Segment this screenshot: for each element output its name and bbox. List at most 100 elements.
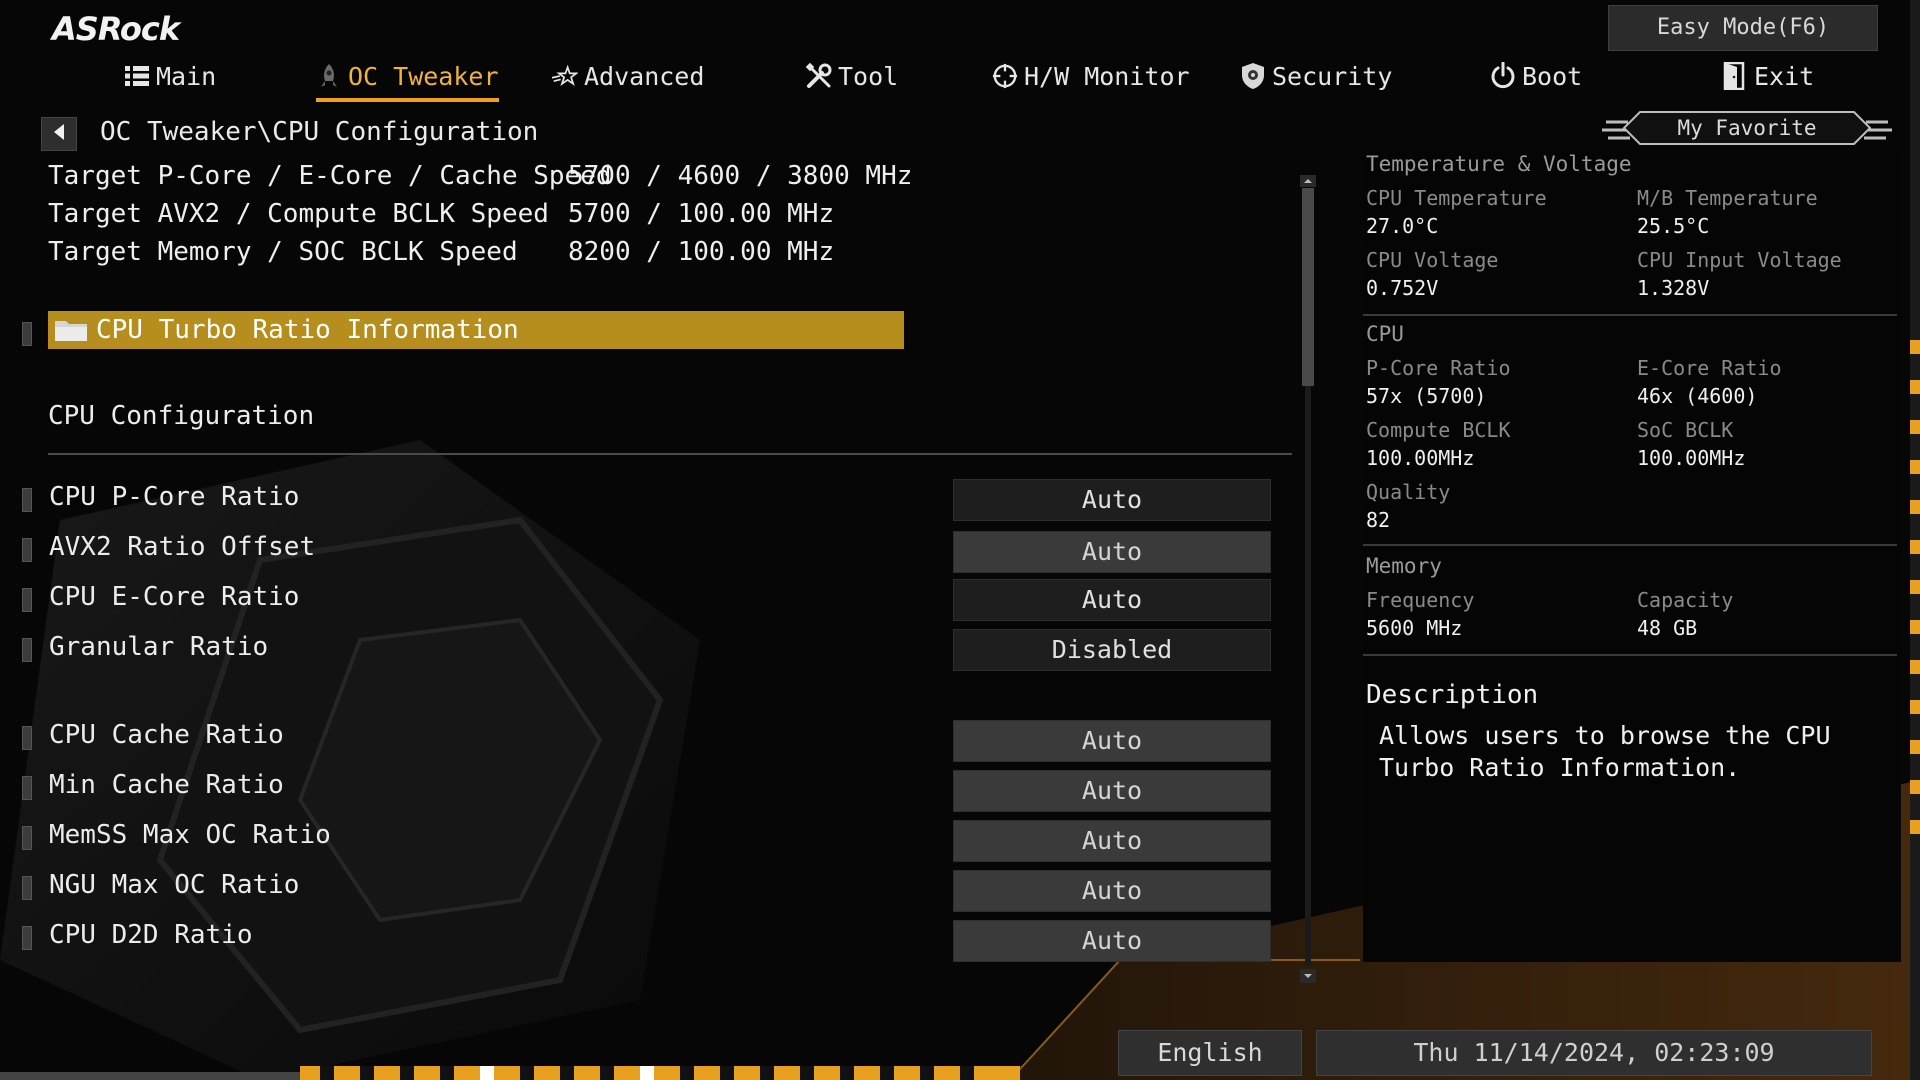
row-marker (22, 926, 32, 950)
list-icon (124, 63, 150, 89)
target-row: Target AVX2 / Compute BCLK Speed 5700 / … (48, 199, 948, 235)
compute-bclk-value: 100.00MHz (1366, 446, 1475, 470)
target-label: Target Memory / SOC BCLK Speed (48, 237, 518, 267)
panel-divider (1363, 314, 1897, 316)
target-value: 5700 / 100.00 MHz (568, 199, 835, 229)
scrollbar[interactable] (1298, 172, 1318, 984)
cpu-voltage-label: CPU Voltage (1366, 248, 1499, 272)
cpu-p-core-ratio-value[interactable]: Auto (953, 479, 1271, 521)
asrock-logo: ASRock (52, 10, 180, 48)
target-row: Target Memory / SOC BCLK Speed 8200 / 10… (48, 237, 948, 273)
granular-ratio-value[interactable]: Disabled (953, 629, 1271, 671)
soc-bclk-label: SoC BCLK (1637, 418, 1734, 442)
frequency-label: Frequency (1366, 588, 1475, 612)
quality-label: Quality (1366, 480, 1451, 504)
mb-temperature-label: M/B Temperature (1637, 186, 1818, 210)
cpu-temperature-value: 27.0°C (1366, 214, 1439, 238)
option-label: CPU Cache Ratio (49, 720, 284, 750)
option-label: NGU Max OC Ratio (49, 870, 300, 900)
date-time-display: Thu 11/14/2024, 02:23:09 (1316, 1030, 1872, 1076)
target-value: 5700 / 4600 / 3800 MHz (568, 161, 913, 191)
language-button[interactable]: English (1118, 1030, 1302, 1076)
capacity-label: Capacity (1637, 588, 1734, 612)
exit-door-icon (1722, 62, 1748, 90)
tab-label: Security (1272, 61, 1393, 91)
back-arrow-icon (52, 123, 66, 145)
my-favorite-button[interactable]: My Favorite (1600, 108, 1894, 148)
avx2-ratio-offset-value[interactable]: Auto (953, 531, 1271, 573)
soc-bclk-value: 100.00MHz (1637, 446, 1746, 470)
selected-item-label: CPU Turbo Ratio Information (96, 315, 519, 345)
cpu-input-voltage-value: 1.328V (1637, 276, 1710, 300)
description-text: Allows users to browse the CPU Turbo Rat… (1379, 721, 1831, 782)
row-marker (22, 876, 32, 900)
row-marker (22, 776, 32, 800)
cpu-heading: CPU (1366, 322, 1404, 346)
row-marker (22, 488, 32, 512)
shield-icon (1240, 63, 1266, 89)
section-divider (48, 453, 1292, 455)
cpu-turbo-ratio-information-item[interactable]: CPU Turbo Ratio Information (48, 311, 904, 349)
row-marker (22, 538, 32, 562)
tools-icon (806, 63, 832, 89)
row-marker (22, 588, 32, 612)
my-favorite-label: My Favorite (1677, 116, 1817, 140)
p-core-ratio-label: P-Core Ratio (1366, 356, 1511, 380)
quality-value: 82 (1366, 508, 1391, 532)
cpu-input-voltage-label: CPU Input Voltage (1637, 248, 1842, 272)
tab-oc-tweaker[interactable]: OC Tweaker (316, 56, 499, 102)
row-marker (22, 322, 32, 346)
tab-hw-monitor[interactable]: H/W Monitor (992, 56, 1190, 96)
tab-tool[interactable]: Tool (806, 56, 898, 96)
description-title: Description (1366, 680, 1539, 710)
row-marker (22, 826, 32, 850)
tab-exit[interactable]: Exit (1722, 56, 1814, 96)
option-label: MemSS Max OC Ratio (49, 820, 331, 850)
tab-label: Advanced (584, 61, 705, 91)
capacity-value: 48 GB (1637, 616, 1698, 640)
tab-boot[interactable]: Boot (1490, 56, 1582, 96)
tab-label: Tool (838, 61, 899, 91)
tab-label: Exit (1754, 61, 1815, 91)
tab-label: H/W Monitor (1024, 61, 1190, 91)
ngu-max-oc-ratio-value[interactable]: Auto (953, 870, 1271, 912)
e-core-ratio-label: E-Core Ratio (1637, 356, 1782, 380)
row-marker (22, 638, 32, 662)
row-marker (22, 726, 32, 750)
compute-bclk-label: Compute BCLK (1366, 418, 1511, 442)
tab-security[interactable]: Security (1240, 56, 1392, 96)
frequency-value: 5600 MHz (1366, 616, 1463, 640)
breadcrumb: OC Tweaker\CPU Configuration (100, 117, 539, 147)
option-label: AVX2 Ratio Offset (49, 532, 316, 562)
option-label: CPU D2D Ratio (49, 920, 253, 950)
back-button[interactable] (41, 117, 77, 151)
rocket-icon (316, 63, 342, 89)
memss-max-oc-ratio-value[interactable]: Auto (953, 820, 1271, 862)
target-label: Target AVX2 / Compute BCLK Speed (48, 199, 549, 229)
cpu-voltage-value: 0.752V (1366, 276, 1439, 300)
option-label: CPU P-Core Ratio (49, 482, 300, 512)
scroll-down-icon[interactable] (1300, 968, 1316, 987)
hardware-monitor-panel: Temperature & Voltage CPU Temperature 27… (1363, 152, 1901, 962)
section-title: CPU Configuration (48, 401, 315, 431)
easy-mode-button[interactable]: Easy Mode(F6) (1608, 5, 1878, 51)
option-label: Min Cache Ratio (49, 770, 284, 800)
scroll-up-icon[interactable] (1300, 172, 1316, 191)
target-value: 8200 / 100.00 MHz (568, 237, 835, 267)
target-row: Target P-Core / E-Core / Cache Speed 570… (48, 161, 948, 197)
tab-main[interactable]: Main (124, 56, 216, 96)
cpu-d2d-ratio-value[interactable]: Auto (953, 920, 1271, 962)
cpu-cache-ratio-value[interactable]: Auto (953, 720, 1271, 762)
p-core-ratio-value: 57x (5700) (1366, 384, 1487, 408)
scroll-thumb[interactable] (1302, 188, 1314, 386)
cpu-e-core-ratio-value[interactable]: Auto (953, 579, 1271, 621)
option-label: CPU E-Core Ratio (49, 582, 300, 612)
main-tab-bar: Main OC Tweaker Advanced Tool H/W Monito… (0, 56, 1920, 102)
panel-divider (1363, 654, 1897, 656)
tab-label: OC Tweaker (348, 61, 499, 91)
panel-divider (1363, 544, 1897, 546)
tab-advanced[interactable]: Advanced (552, 56, 704, 96)
cpu-temperature-label: CPU Temperature (1366, 186, 1547, 210)
crosshair-icon (992, 63, 1018, 89)
min-cache-ratio-value[interactable]: Auto (953, 770, 1271, 812)
